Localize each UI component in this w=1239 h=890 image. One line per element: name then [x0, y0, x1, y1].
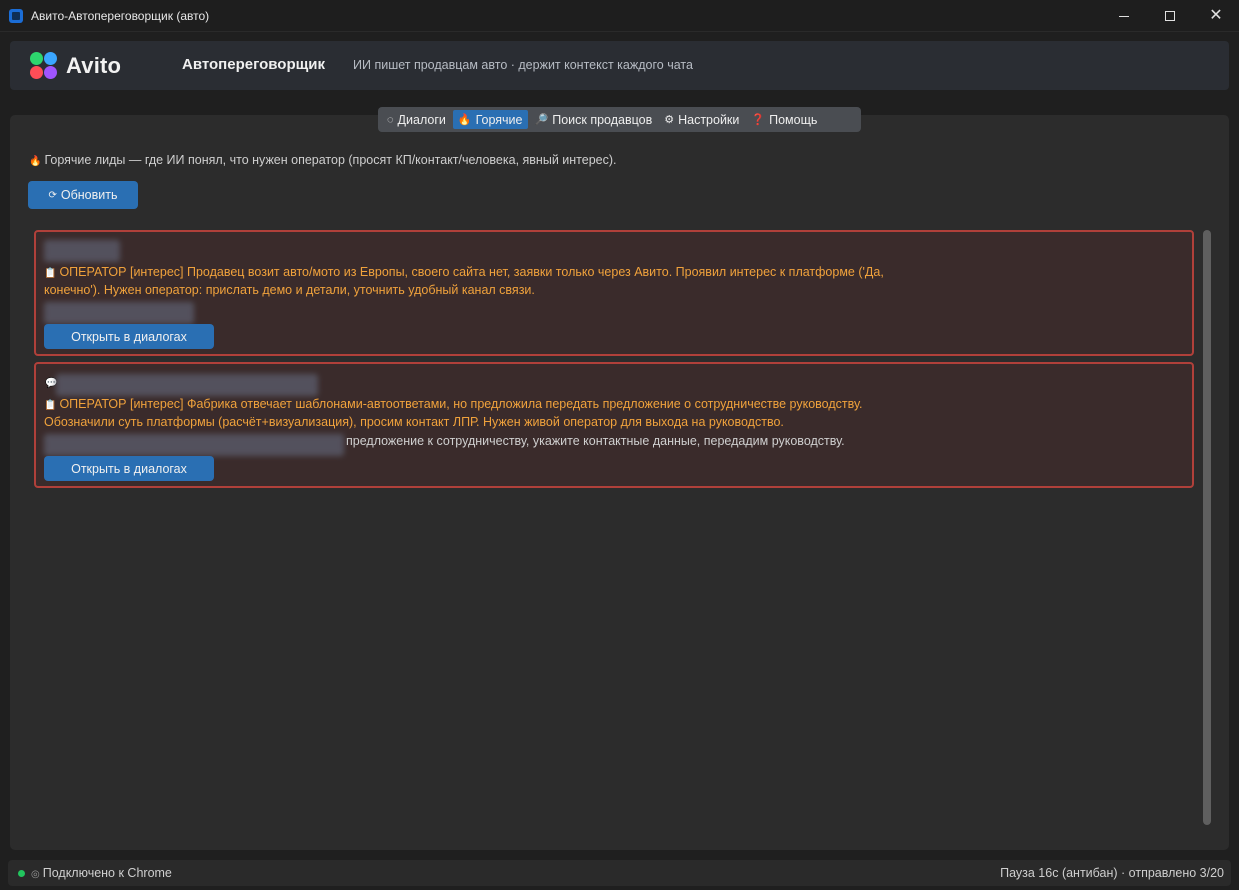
app-header: Avito Автопереговорщик ИИ пишет продавца… — [10, 41, 1229, 90]
minimize-button[interactable] — [1101, 0, 1147, 32]
lead-card: 📋 ОПЕРАТОР [интерес] Продавец возит авто/… — [34, 230, 1194, 356]
fire-icon: 🔥 — [457, 114, 472, 126]
clipboard-icon: 📋 — [44, 268, 57, 279]
search-icon: 🔎 — [534, 114, 549, 126]
operator-note: 📋 ОПЕРАТОР [интерес] Продавец возит авто/… — [44, 264, 934, 298]
connection-status-text: Подключено к Chrome — [42, 866, 172, 880]
redacted-seller-name — [44, 240, 120, 262]
tab-dialogs[interactable]: ◌ Диалоги — [382, 110, 451, 129]
operator-note: 📋 ОПЕРАТОР [интерес] Фабрика отвечает шаб… — [44, 396, 934, 430]
open-in-dialogs-button[interactable]: Открыть в диалогах — [44, 324, 214, 349]
avito-logo-icon — [30, 52, 58, 80]
redacted-seller-name — [56, 374, 318, 396]
scrollbar[interactable] — [1203, 230, 1211, 825]
lead-card: 💬 📋 ОПЕРАТОР [интерес] Фабрика отвечает ш… — [34, 362, 1194, 488]
scrollbar-thumb[interactable] — [1203, 230, 1211, 825]
tab-label: Диалоги — [397, 112, 446, 127]
app-icon — [9, 8, 23, 23]
refresh-button[interactable]: ⟳ Обновить — [28, 181, 138, 209]
fire-icon: 🔥 — [29, 156, 42, 167]
redacted-last-message-prefix — [44, 434, 344, 456]
hot-leads-panel: 🔥 Горячие лиды — где ИИ понял, что нужен … — [10, 115, 1229, 850]
refresh-label: Обновить — [60, 188, 118, 202]
main-tabs: ◌ Диалоги 🔥 Горячие 🔎 Поиск продавцов ⚙ Наст… — [378, 107, 861, 132]
open-in-dialogs-label: Открыть в диалогах — [71, 329, 187, 344]
close-button[interactable]: ✕ — [1193, 0, 1239, 32]
clipboard-icon: 📋 — [44, 400, 57, 411]
gear-icon: ⚙ — [664, 114, 675, 126]
operator-note-text: ОПЕРАТОР [интерес] Продавец возит авто/м… — [44, 265, 884, 297]
window-titlebar: Авито-Автопереговорщик (авто) ✕ — [0, 0, 1239, 32]
operator-note-text: ОПЕРАТОР [интерес] Фабрика отвечает шабл… — [44, 397, 863, 429]
maximize-button[interactable] — [1147, 0, 1193, 32]
close-icon: ✕ — [1209, 7, 1223, 24]
app-subtitle: ИИ пишет продавцам авто · держит контекс… — [353, 58, 693, 72]
open-in-dialogs-button[interactable]: Открыть в диалогах — [44, 456, 214, 481]
connection-status-dot — [18, 870, 25, 877]
tab-label: Настройки — [678, 112, 740, 127]
status-bar: ◎ Подключено к Chrome Пауза 16с (антибан)… — [8, 860, 1231, 886]
redacted-last-message — [44, 302, 194, 324]
hot-leads-hint: 🔥 Горячие лиды — где ИИ понял, что нужен … — [29, 153, 617, 167]
window-controls: ✕ — [1101, 0, 1239, 32]
tab-label: Горячие — [475, 112, 523, 127]
tab-settings[interactable]: ⚙ Настройки — [659, 110, 744, 129]
refresh-icon: ⟳ — [48, 189, 57, 201]
last-message: предложение к сотрудничеству, укажите ко… — [346, 434, 845, 448]
app-name: Автопереговорщик — [182, 56, 326, 73]
avito-logo: Avito — [30, 52, 121, 80]
maximize-icon — [1165, 11, 1175, 21]
tab-seller-search[interactable]: 🔎 Поиск продавцов — [530, 110, 658, 129]
minimize-icon — [1119, 15, 1129, 17]
connection-status: ◎ Подключено к Chrome — [31, 866, 172, 880]
window-title: Авито-Автопереговорщик (авто) — [31, 8, 210, 23]
open-in-dialogs-label: Открыть в диалогах — [71, 461, 187, 476]
tab-label: Помощь — [769, 112, 818, 127]
tab-help[interactable]: ❓ Помощь — [746, 110, 822, 129]
chat-bubble-icon: ◌ — [387, 113, 394, 126]
tab-label: Поиск продавцов — [552, 112, 653, 127]
hint-text: Горячие лиды — где ИИ понял, что нужен о… — [44, 153, 617, 167]
logo-text: Avito — [66, 53, 122, 78]
tab-hot[interactable]: 🔥 Горячие — [452, 110, 528, 129]
send-status: Пауза 16с (антибан) · отправлено 3/20 — [1000, 866, 1224, 880]
question-icon: ❓ — [751, 114, 766, 126]
target-icon: ◎ — [31, 869, 40, 880]
